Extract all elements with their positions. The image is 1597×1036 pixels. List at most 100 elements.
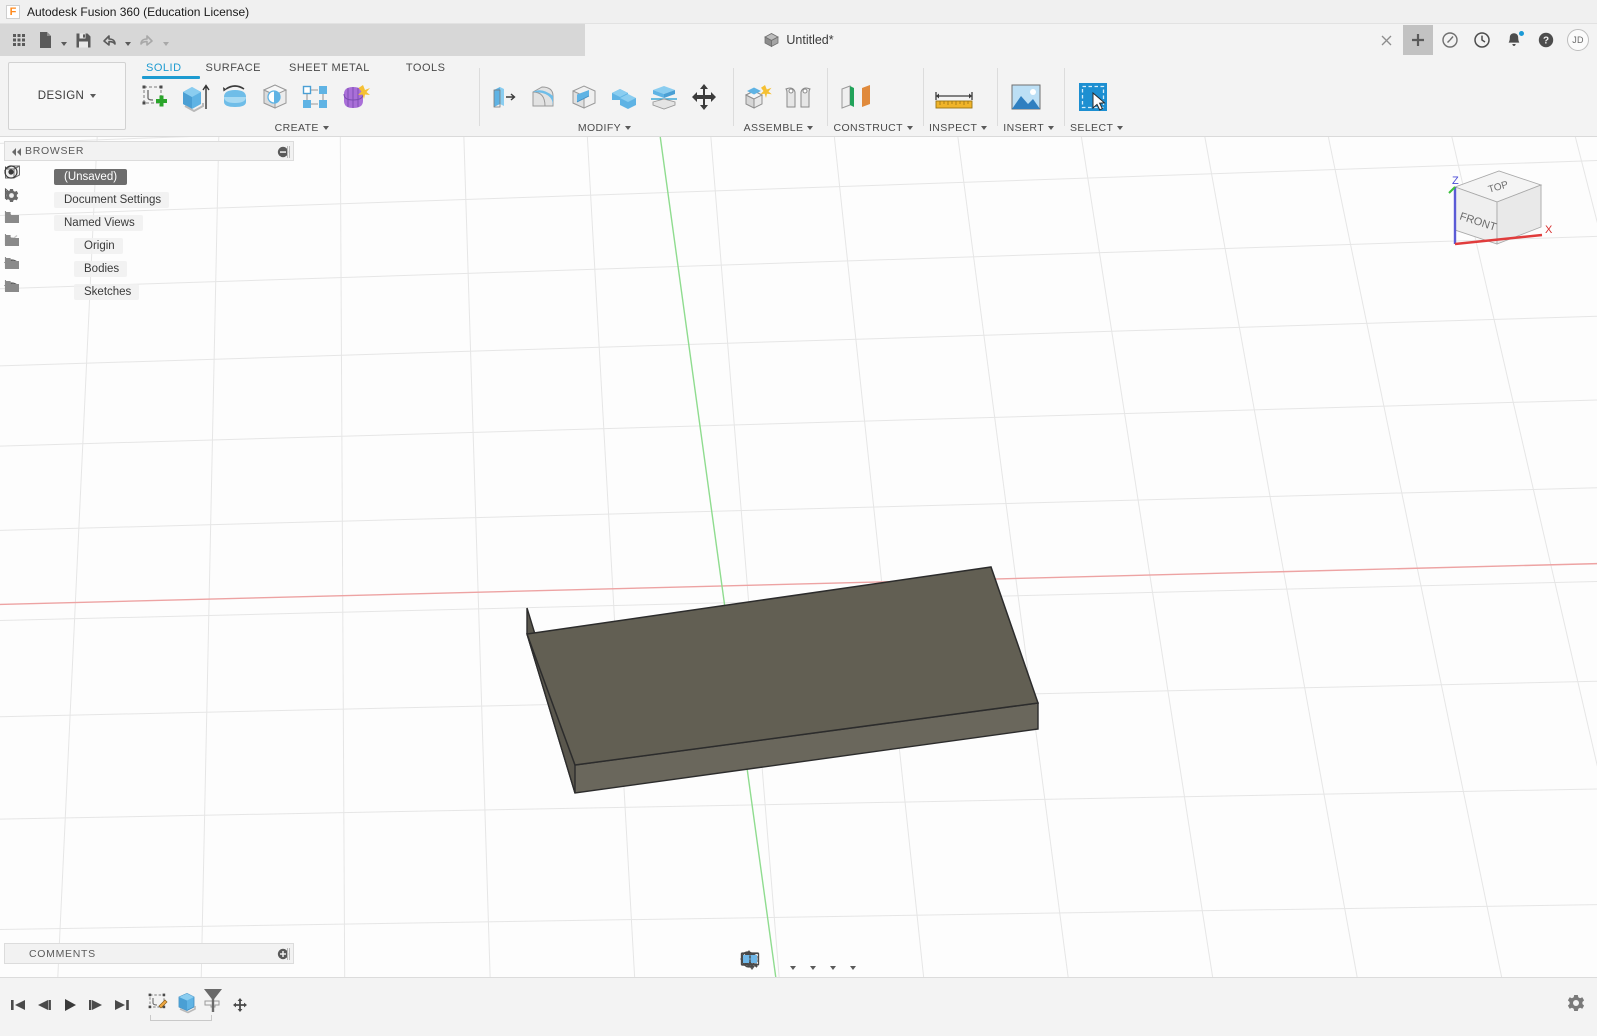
- new-component-tool[interactable]: [739, 76, 777, 118]
- tab-sheet-metal[interactable]: SHEET METAL: [275, 62, 384, 74]
- tree-item-unsaved[interactable]: (Unsaved): [4, 165, 294, 188]
- extrude-tool[interactable]: [176, 76, 214, 118]
- pattern-tool[interactable]: [296, 76, 334, 118]
- app-grid-button[interactable]: [6, 27, 32, 53]
- expand-triangle-icon[interactable]: [40, 194, 49, 205]
- viewport-canvas[interactable]: BROWSER: [0, 137, 1597, 977]
- eye-visible-icon[interactable]: [54, 284, 69, 299]
- tree-item-document-settings[interactable]: Document Settings: [4, 188, 294, 211]
- select-group-label[interactable]: SELECT: [1070, 120, 1123, 135]
- construct-group-label[interactable]: CONSTRUCT: [833, 120, 913, 135]
- redo-dropdown[interactable]: [160, 27, 172, 53]
- tree-item-pill[interactable]: (Unsaved): [54, 169, 127, 185]
- settings-gear-icon[interactable]: [1567, 994, 1585, 1017]
- grid-snaps-button[interactable]: [820, 950, 826, 974]
- view-cube[interactable]: TOP FRONT Z X: [1437, 149, 1567, 259]
- zoom-button[interactable]: [773, 950, 779, 974]
- new-tab-button[interactable]: [1403, 25, 1433, 55]
- timeline-move-handle[interactable]: [228, 992, 252, 1018]
- joint-tool[interactable]: [779, 76, 817, 118]
- expand-triangle-icon[interactable]: [40, 286, 49, 297]
- modify-group-label[interactable]: MODIFY: [485, 120, 723, 135]
- shell-tool[interactable]: [565, 76, 603, 118]
- split-body-tool[interactable]: [645, 76, 683, 118]
- display-settings-dropdown[interactable]: [807, 950, 819, 974]
- timeline-play-button[interactable]: [58, 992, 82, 1018]
- fillet-tool[interactable]: [525, 76, 563, 118]
- timeline-feature-connector: [150, 1015, 212, 1021]
- sphere-tool[interactable]: [256, 76, 294, 118]
- timeline-step-back-button[interactable]: [32, 992, 56, 1018]
- help-button[interactable]: ?: [1531, 25, 1561, 55]
- title-bar: Autodesk Fusion 360 (Education License): [0, 0, 1597, 24]
- user-account-button[interactable]: JD: [1563, 25, 1593, 55]
- create-group-label[interactable]: CREATE: [136, 120, 467, 135]
- construct-group: CONSTRUCT: [827, 56, 919, 136]
- notifications-button[interactable]: [1499, 25, 1529, 55]
- workspace-label: DESIGN: [38, 90, 85, 102]
- timeline-step-forward-button[interactable]: [84, 992, 108, 1018]
- tab-surface[interactable]: SURFACE: [192, 62, 275, 74]
- fit-view-button[interactable]: [780, 950, 786, 974]
- tree-item-named-views[interactable]: Named Views: [4, 211, 294, 234]
- measure-tool[interactable]: [929, 76, 979, 118]
- tree-item-pill[interactable]: Bodies: [74, 261, 127, 277]
- new-file-dropdown[interactable]: [58, 27, 70, 53]
- comments-panel[interactable]: COMMENTS: [4, 943, 294, 964]
- grid-snaps-dropdown[interactable]: [827, 950, 839, 974]
- browser-panel: BROWSER: [4, 141, 294, 303]
- document-tab[interactable]: Untitled*: [763, 32, 833, 48]
- create-sketch-tool[interactable]: [136, 76, 174, 118]
- form-tool[interactable]: [336, 76, 374, 118]
- redo-button[interactable]: [134, 27, 160, 53]
- revolve-tool[interactable]: [216, 76, 254, 118]
- tree-item-bodies[interactable]: Bodies: [4, 257, 294, 280]
- expand-triangle-icon[interactable]: [40, 263, 49, 274]
- eye-visible-icon[interactable]: [34, 169, 49, 184]
- viewports-button[interactable]: [840, 950, 846, 974]
- timeline-go-start-button[interactable]: [6, 992, 30, 1018]
- expand-triangle-icon[interactable]: [20, 171, 29, 182]
- tree-item-sketches[interactable]: Sketches: [4, 280, 294, 303]
- fit-dropdown[interactable]: [787, 950, 799, 974]
- move-copy-tool[interactable]: [685, 76, 723, 118]
- display-settings-button[interactable]: [800, 950, 806, 974]
- tree-item-origin[interactable]: Origin: [4, 234, 294, 257]
- panel-resize-grip[interactable]: [287, 146, 290, 158]
- new-file-button[interactable]: [32, 27, 58, 53]
- undo-button[interactable]: [96, 27, 122, 53]
- tree-item-label: Origin: [84, 240, 115, 252]
- comments-resize-grip[interactable]: [287, 948, 290, 960]
- tab-tools[interactable]: TOOLS: [384, 62, 468, 74]
- close-document-button[interactable]: [1371, 25, 1401, 55]
- save-button[interactable]: [70, 27, 96, 53]
- tab-solid[interactable]: SOLID: [136, 62, 192, 74]
- press-pull-tool[interactable]: [485, 76, 523, 118]
- assemble-group-label[interactable]: ASSEMBLE: [739, 120, 817, 135]
- tree-item-pill[interactable]: Document Settings: [54, 192, 169, 208]
- viewports-dropdown[interactable]: [847, 950, 859, 974]
- modify-group: MODIFY: [479, 56, 729, 136]
- select-label: SELECT: [1070, 122, 1113, 134]
- tree-item-pill[interactable]: Named Views: [54, 215, 143, 231]
- timeline-sketch-feature[interactable]: [144, 988, 172, 1016]
- tree-item-pill[interactable]: Origin: [74, 238, 123, 254]
- timeline-go-end-button[interactable]: [110, 992, 134, 1018]
- workspace-selector[interactable]: DESIGN: [8, 62, 126, 130]
- expand-triangle-icon[interactable]: [40, 240, 49, 251]
- undo-dropdown[interactable]: [122, 27, 134, 53]
- combine-tool[interactable]: [605, 76, 643, 118]
- inspect-group-label[interactable]: INSPECT: [929, 120, 987, 135]
- offset-plane-tool[interactable]: [833, 76, 881, 118]
- expand-triangle-icon[interactable]: [40, 217, 49, 228]
- select-tool[interactable]: [1070, 76, 1116, 118]
- pan-button[interactable]: [766, 950, 772, 974]
- eye-hidden-icon[interactable]: [54, 238, 69, 253]
- insert-image-tool[interactable]: [1003, 76, 1049, 118]
- insert-group-label[interactable]: INSERT: [1003, 120, 1054, 135]
- timeline-extrude-feature[interactable]: [172, 988, 200, 1016]
- history-button[interactable]: [1467, 25, 1497, 55]
- eye-visible-icon[interactable]: [54, 261, 69, 276]
- extensions-button[interactable]: [1435, 25, 1465, 55]
- tree-item-pill[interactable]: Sketches: [74, 284, 139, 300]
